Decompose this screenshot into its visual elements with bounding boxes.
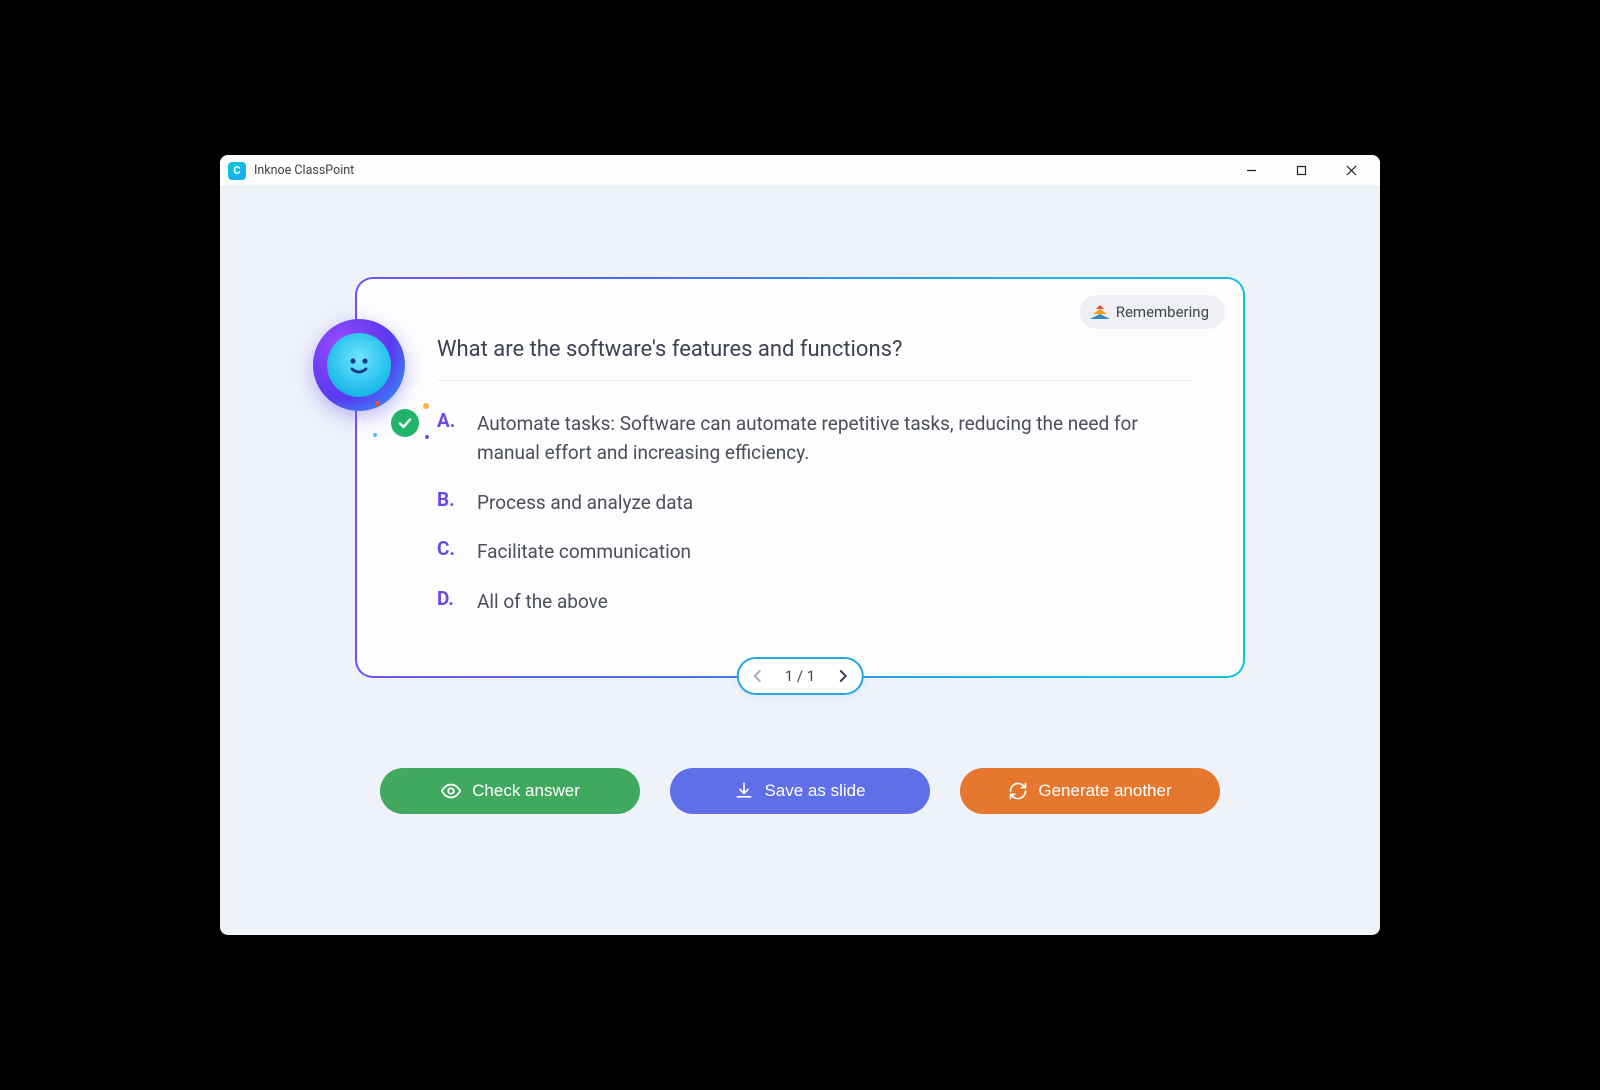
- window-title: Inknoe ClassPoint: [254, 163, 354, 178]
- smiley-icon: [340, 346, 378, 384]
- option-letter: D.: [437, 587, 459, 610]
- minimize-button[interactable]: [1230, 155, 1272, 187]
- correct-check-icon: [391, 409, 419, 437]
- bloom-badge[interactable]: Remembering: [1080, 295, 1225, 329]
- confetti-icon: [375, 401, 380, 406]
- pager-prev-button[interactable]: [753, 669, 763, 683]
- option-b: B. Process and analyze data: [437, 488, 1193, 517]
- download-icon: [734, 781, 754, 801]
- confetti-icon: [425, 435, 429, 439]
- pyramid-icon: [1092, 305, 1108, 319]
- close-button[interactable]: [1330, 155, 1372, 187]
- avatar: [313, 319, 405, 411]
- check-answer-button[interactable]: Check answer: [380, 768, 640, 814]
- option-text: All of the above: [477, 587, 608, 616]
- pager: 1 / 1: [737, 657, 864, 695]
- pager-count: 1 / 1: [785, 667, 816, 685]
- option-c: C. Facilitate communication: [437, 537, 1193, 566]
- maximize-button[interactable]: [1280, 155, 1322, 187]
- app-window: C Inknoe ClassPoint: [220, 155, 1380, 935]
- option-a: A. Automate tasks: Software can automate…: [437, 409, 1193, 468]
- content-area: Remembering What are the software's feat…: [220, 187, 1380, 935]
- option-text: Facilitate communication: [477, 537, 691, 566]
- question-text: What are the software's features and fun…: [437, 337, 1193, 381]
- option-letter: B.: [437, 488, 459, 511]
- button-label: Save as slide: [764, 781, 865, 801]
- titlebar: C Inknoe ClassPoint: [220, 155, 1380, 187]
- button-label: Generate another: [1038, 781, 1171, 801]
- refresh-icon: [1008, 781, 1028, 801]
- question-card: Remembering What are the software's feat…: [355, 277, 1245, 678]
- bloom-label: Remembering: [1116, 303, 1209, 321]
- option-text: Automate tasks: Software can automate re…: [477, 409, 1193, 468]
- option-letter: A.: [437, 409, 459, 432]
- options-list: A. Automate tasks: Software can automate…: [437, 409, 1193, 616]
- confetti-icon: [423, 403, 429, 409]
- option-letter: C.: [437, 537, 459, 560]
- generate-another-button[interactable]: Generate another: [960, 768, 1220, 814]
- pager-next-button[interactable]: [837, 669, 847, 683]
- confetti-icon: [373, 433, 377, 437]
- save-as-slide-button[interactable]: Save as slide: [670, 768, 930, 814]
- option-d: D. All of the above: [437, 587, 1193, 616]
- eye-icon: [440, 780, 462, 802]
- option-text: Process and analyze data: [477, 488, 693, 517]
- app-icon: C: [228, 162, 246, 180]
- action-bar: Check answer Save as slide Generate anot…: [380, 768, 1220, 814]
- button-label: Check answer: [472, 781, 580, 801]
